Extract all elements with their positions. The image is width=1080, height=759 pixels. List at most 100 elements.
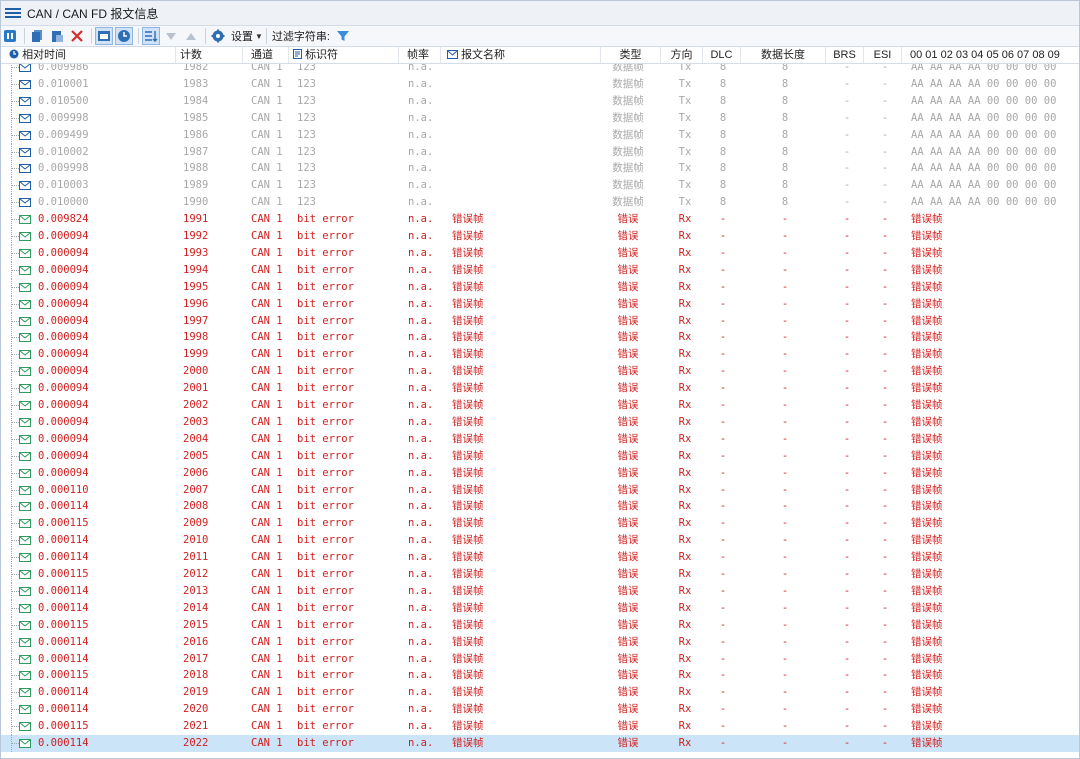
table-row[interactable]: 0.000094 1997 CAN 1 bit error n.a. 错误帧 错误 Rx - - -… <box>1 312 1079 330</box>
row-time: 0.009499 <box>38 128 89 141</box>
table-row[interactable]: 0.000110 2007 CAN 1 bit error n.a. 错误帧 错误 Rx - - -… <box>1 481 1079 499</box>
table-row[interactable]: 0.000115 2021 CAN 1 bit error n.a. 错误帧 错误 Rx - - -… <box>1 718 1079 736</box>
column-header-count[interactable]: 计数 <box>176 47 243 63</box>
settings-button[interactable]: 设置 <box>231 28 253 44</box>
row-time: 0.010500 <box>38 94 89 107</box>
row-time: 0.000114 <box>38 686 89 699</box>
paste-icon[interactable] <box>48 27 66 45</box>
sort-list-icon[interactable] <box>142 27 160 45</box>
row-count: 2021 <box>183 720 209 733</box>
table-row[interactable]: 0.000115 2009 CAN 1 bit error n.a. 错误帧 错误 Rx - - -… <box>1 515 1079 533</box>
column-header-time[interactable]: 相对时间 <box>1 47 176 63</box>
column-header-data-bytes[interactable]: 00 01 02 03 04 05 06 07 08 09 <box>902 47 1079 63</box>
column-header-esi[interactable]: ESI <box>864 47 902 63</box>
table-row[interactable]: 0.000114 2016 CAN 1 bit error n.a. 错误帧 错误 Rx - - -… <box>1 633 1079 651</box>
row-time: 0.000114 <box>38 703 89 716</box>
column-header-frame-rate[interactable]: 帧率 <box>399 47 441 63</box>
table-row[interactable]: 0.000115 2018 CAN 1 bit error n.a. 错误帧 错误 Rx - - -… <box>1 667 1079 685</box>
row-channel: CAN 1 <box>251 399 283 411</box>
row-frame-rate: n.a. <box>408 94 434 107</box>
row-esi: - <box>881 179 889 192</box>
table-header: 相对时间 计数 通道 标识符 帧率 报文名称 类型 方向 DLC 数据长度 BR… <box>1 47 1079 64</box>
row-data-length: - <box>781 348 789 361</box>
table-row[interactable]: 0.000114 2011 CAN 1 bit error n.a. 错误帧 错误 Rx - - -… <box>1 549 1079 567</box>
table-row[interactable]: 0.000114 2014 CAN 1 bit error n.a. 错误帧 错误 Rx - - -… <box>1 599 1079 617</box>
column-header-data-length[interactable]: 数据长度 <box>741 47 826 63</box>
table-row[interactable]: 0.000114 2008 CAN 1 bit error n.a. 错误帧 错误 Rx - - -… <box>1 498 1079 516</box>
envelope-open-icon <box>19 282 31 292</box>
window-view-icon[interactable] <box>95 27 113 45</box>
column-header-type[interactable]: 类型 <box>601 47 661 63</box>
tree-line <box>11 252 19 254</box>
table-row[interactable]: 0.000114 2013 CAN 1 bit error n.a. 错误帧 错误 Rx - - -… <box>1 582 1079 600</box>
row-frame-rate: n.a. <box>408 432 434 445</box>
table-row[interactable]: 0.000094 1999 CAN 1 bit error n.a. 错误帧 错误 Rx - - -… <box>1 346 1079 364</box>
table-row[interactable]: 0.009998 1985 CAN 1 123 n.a. 数据帧 Tx 8 8 - - AA AA A… <box>1 109 1079 127</box>
table-row[interactable]: 0.009824 1991 CAN 1 bit error n.a. 错误帧 错误 Rx - - -… <box>1 211 1079 229</box>
table-row[interactable]: 0.000094 1994 CAN 1 bit error n.a. 错误帧 错误 Rx - - -… <box>1 261 1079 279</box>
table-row[interactable]: 0.000094 2002 CAN 1 bit error n.a. 错误帧 错误 Rx - - -… <box>1 397 1079 414</box>
column-header-message-name[interactable]: 报文名称 <box>441 47 601 63</box>
row-channel: CAN 1 <box>251 280 283 293</box>
column-header-dlc[interactable]: DLC <box>703 47 741 63</box>
table-row[interactable]: 0.000094 2005 CAN 1 bit error n.a. 错误帧 错误 Rx - - -… <box>1 447 1079 465</box>
row-esi: - <box>881 517 889 530</box>
row-count: 2004 <box>183 432 209 445</box>
row-time: 0.000094 <box>38 263 89 276</box>
row-channel: CAN 1 <box>251 720 283 733</box>
pause-button[interactable] <box>1 27 19 45</box>
row-frame-rate: n.a. <box>408 483 434 496</box>
table-row[interactable]: 0.000094 1996 CAN 1 bit error n.a. 错误帧 错误 Rx - - -… <box>1 295 1079 313</box>
table-row[interactable]: 0.000114 2010 CAN 1 bit error n.a. 错误帧 错误 Rx - - -… <box>1 532 1079 550</box>
row-type: 错误 <box>617 297 639 310</box>
tree-line <box>11 489 19 491</box>
row-dlc: - <box>719 686 727 699</box>
clear-icon[interactable] <box>68 27 86 45</box>
table-row[interactable]: 0.000094 1993 CAN 1 bit error n.a. 错误帧 错误 Rx - - -… <box>1 244 1079 262</box>
table-row[interactable]: 0.009499 1986 CAN 1 123 n.a. 数据帧 Tx 8 8 - - AA AA A… <box>1 126 1079 144</box>
row-esi: - <box>881 263 889 276</box>
scroll-down-icon[interactable] <box>162 27 180 45</box>
table-row[interactable]: 0.000114 2019 CAN 1 bit error n.a. 错误帧 错误 Rx - - -… <box>1 684 1079 702</box>
table-row[interactable]: 0.010002 1987 CAN 1 123 n.a. 数据帧 Tx 8 8 - - AA AA A… <box>1 143 1079 161</box>
chevron-down-icon[interactable]: ▼ <box>255 32 263 41</box>
table-row[interactable]: 0.000094 2006 CAN 1 bit error n.a. 错误帧 错误 Rx - - -… <box>1 464 1079 482</box>
copy-icon[interactable] <box>28 27 46 45</box>
table-row[interactable]: 0.000114 2017 CAN 1 bit error n.a. 错误帧 错误 Rx - - -… <box>1 650 1079 668</box>
table-row[interactable]: 0.010500 1984 CAN 1 123 n.a. 数据帧 Tx 8 8 - - AA AA A… <box>1 92 1079 110</box>
row-direction: Rx <box>678 720 692 733</box>
row-dlc: - <box>719 399 727 411</box>
row-esi: - <box>881 551 889 564</box>
gear-icon[interactable] <box>209 27 227 45</box>
hamburger-menu-icon[interactable] <box>5 6 21 20</box>
table-row[interactable]: 0.000114 2022 CAN 1 bit error n.a. 错误帧 错误 Rx - - -… <box>1 735 1079 752</box>
table-row[interactable]: 0.010001 1983 CAN 1 123 n.a. 数据帧 Tx 8 8 - - AA AA A… <box>1 75 1079 93</box>
table-row[interactable]: 0.000094 2001 CAN 1 bit error n.a. 错误帧 错误 Rx - - -… <box>1 380 1079 398</box>
row-channel: CAN 1 <box>251 500 283 513</box>
table-row[interactable]: 0.010000 1990 CAN 1 123 n.a. 数据帧 Tx 8 8 - - AA AA A… <box>1 194 1079 212</box>
row-count: 2000 <box>183 365 209 378</box>
filter-icon[interactable] <box>334 27 352 45</box>
table-row[interactable]: 0.000094 2000 CAN 1 bit error n.a. 错误帧 错误 Rx - - -… <box>1 363 1079 381</box>
table-row[interactable]: 0.000115 2015 CAN 1 bit error n.a. 错误帧 错误 Rx - - -… <box>1 616 1079 634</box>
column-header-channel[interactable]: 通道 <box>243 47 289 63</box>
row-esi: - <box>881 618 889 631</box>
table-row[interactable]: 0.010003 1989 CAN 1 123 n.a. 数据帧 Tx 8 8 - - AA AA A… <box>1 177 1079 195</box>
scroll-up-icon[interactable] <box>182 27 200 45</box>
table-row[interactable]: 0.000094 1998 CAN 1 bit error n.a. 错误帧 错误 Rx - - -… <box>1 329 1079 347</box>
clock-icon[interactable] <box>115 27 133 45</box>
column-header-identifier[interactable]: 标识符 <box>289 47 399 63</box>
row-frame-rate: n.a. <box>408 652 434 665</box>
envelope-open-icon <box>19 248 31 258</box>
column-header-brs[interactable]: BRS <box>826 47 864 63</box>
column-header-direction[interactable]: 方向 <box>661 47 703 63</box>
table-row[interactable]: 0.000094 1995 CAN 1 bit error n.a. 错误帧 错误 Rx - - -… <box>1 278 1079 296</box>
table-row[interactable]: 0.000094 2003 CAN 1 bit error n.a. 错误帧 错误 Rx - - -… <box>1 413 1079 431</box>
table-row[interactable]: 0.009998 1988 CAN 1 123 n.a. 数据帧 Tx 8 8 - - AA AA A… <box>1 160 1079 178</box>
table-row[interactable]: 0.000115 2012 CAN 1 bit error n.a. 错误帧 错误 Rx - - -… <box>1 566 1079 583</box>
table-row[interactable]: 0.000094 2004 CAN 1 bit error n.a. 错误帧 错误 Rx - - -… <box>1 430 1079 448</box>
row-type: 错误 <box>617 737 639 749</box>
table-row[interactable]: 0.000114 2020 CAN 1 bit error n.a. 错误帧 错误 Rx - - -… <box>1 701 1079 719</box>
table-row[interactable]: 0.000094 1992 CAN 1 bit error n.a. 错误帧 错误 Rx - - -… <box>1 228 1079 245</box>
row-data-length: - <box>781 551 789 564</box>
